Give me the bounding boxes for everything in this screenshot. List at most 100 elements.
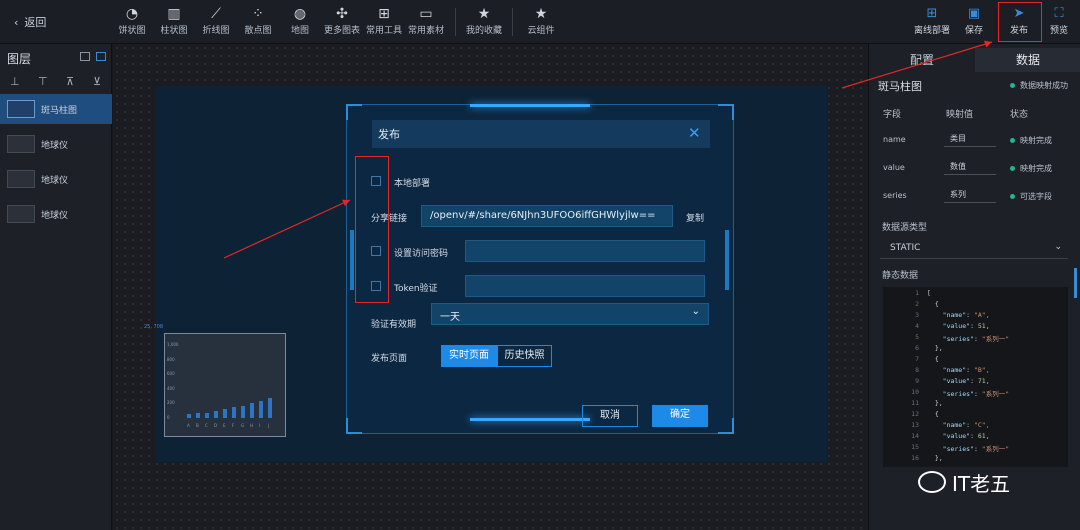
chart-bar	[187, 414, 191, 418]
code-line: "series": "系列一"	[942, 335, 1010, 343]
validity-select[interactable]: 一天 ⌄	[431, 303, 709, 325]
mapping-input[interactable]: 数值	[944, 161, 996, 175]
chart-tick-label: 200	[167, 400, 175, 405]
share-link-field[interactable]: /openv/#/share/6NJhn3UFOO6iffGHWlyjlw==	[421, 205, 673, 227]
mapping-input[interactable]: 系列	[944, 189, 996, 203]
chart-bar	[196, 412, 200, 418]
save-icon: ▣	[967, 6, 981, 21]
static-data-editor[interactable]: 1 [2 {3 "name": "A", 4 "value": 51, 5 "seri…	[883, 287, 1068, 467]
tab-config[interactable]: 配置	[869, 48, 975, 72]
layer-item[interactable]: 地球仪	[0, 129, 112, 159]
chart-bar	[205, 413, 209, 418]
chart-bar	[268, 398, 272, 418]
tool-favorites[interactable]: ★ 我的收藏	[464, 5, 504, 36]
globe-icon: ◍	[293, 6, 307, 22]
list-view-icon[interactable]	[80, 52, 90, 61]
confirm-button[interactable]: 确定	[652, 405, 708, 427]
source-type-select[interactable]: STATIC ⌄	[880, 239, 1068, 259]
layer-item[interactable]: 斑马柱图	[0, 94, 112, 124]
component-name: 斑马柱图	[878, 80, 922, 93]
code-line: "name": "B",	[942, 366, 990, 374]
mapping-input[interactable]: 类目	[944, 133, 996, 147]
chart-tick-label: 400	[167, 385, 175, 391]
code-line: "value": 71,	[942, 377, 990, 385]
line-number: 2	[915, 300, 919, 308]
tab-live-page[interactable]: 实时页面	[441, 345, 497, 367]
tab-data[interactable]: 数据	[975, 48, 1080, 72]
code-line: "value": 51,	[942, 322, 990, 330]
source-type-label: 数据源类型	[882, 223, 928, 233]
tool-pie-chart[interactable]: ◔ 饼状图	[112, 5, 152, 36]
local-deploy-label: 本地部署	[394, 179, 431, 189]
code-line: {	[927, 410, 939, 418]
cancel-button[interactable]: 取消	[582, 405, 638, 427]
star-icon: ★	[534, 6, 548, 22]
field-status: 可选字段	[1010, 191, 1052, 202]
dialog-corner-decor	[718, 104, 734, 120]
chart-tick-label: 600	[167, 371, 175, 376]
layer-item[interactable]: 地球仪	[0, 164, 112, 194]
grid-icon: ⊞	[926, 6, 938, 21]
tab-history-snapshot[interactable]: 历史快照	[497, 345, 552, 367]
chart-category-label: G	[241, 423, 245, 428]
tool-scatter-chart[interactable]: ⁘ 散点图	[238, 5, 278, 36]
save-button[interactable]: ▣ 保存	[953, 5, 995, 36]
tool-more-charts[interactable]: ✣ 更多图表	[322, 5, 362, 36]
offline-deploy-button[interactable]: ⊞ 离线部署	[911, 5, 953, 36]
layer-thumbnail	[7, 205, 35, 223]
field-name: series	[883, 191, 907, 200]
chart-bar	[259, 401, 263, 418]
chevron-left-icon: ‹	[14, 15, 19, 29]
token-input[interactable]	[465, 275, 705, 297]
tool-bar-chart[interactable]: ▥ 柱状图	[154, 5, 194, 36]
chart-tick-label: 0	[167, 414, 170, 420]
line-number: 7	[915, 355, 919, 363]
line-number: 13	[911, 421, 919, 429]
chart-category-label: J	[268, 423, 270, 428]
line-number: 8	[915, 366, 919, 374]
tool-cloud-components[interactable]: ★ 云组件	[521, 5, 561, 36]
access-password-label: 设置访问密码	[394, 249, 449, 259]
token-verify-label: Token验证	[394, 284, 438, 294]
validity-label: 验证有效期	[371, 320, 417, 330]
chart-coordinates: 25, 708	[144, 324, 164, 330]
status-dot	[1010, 138, 1015, 143]
chart-category-label: D	[214, 423, 218, 428]
align-middle-icon[interactable]: ⊤	[38, 75, 48, 88]
folder-icon: ▭	[419, 6, 433, 22]
line-number: 15	[911, 443, 919, 451]
align-bottom-icon[interactable]: ⊻	[93, 75, 101, 88]
dialog-corner-decor	[346, 104, 362, 120]
zebra-bar-chart-component[interactable]: 1,000 800 600 400 200 0 A B C D E F G H I J	[164, 333, 286, 437]
code-line: "series": "系列一"	[942, 390, 1010, 398]
chart-category-label: F	[232, 423, 235, 428]
align-top-icon[interactable]: ⊥	[10, 75, 20, 88]
mapping-status: 数据映射成功	[1010, 80, 1068, 91]
tool-map[interactable]: ◍ 地图	[280, 5, 320, 36]
thumbnail-view-icon[interactable]	[96, 52, 106, 61]
publish-highlight-box	[998, 2, 1042, 42]
checkbox-highlight-box	[355, 156, 389, 303]
tool-common-assets[interactable]: ▭ 常用素材	[406, 5, 446, 36]
back-button[interactable]: ‹ 返回	[14, 14, 46, 30]
publish-dialog	[346, 104, 734, 434]
panel-scrollbar[interactable]	[1074, 268, 1077, 298]
chevron-down-icon: ⌄	[691, 306, 700, 317]
field-name: name	[883, 135, 906, 144]
layer-item[interactable]: 地球仪	[0, 199, 112, 229]
close-icon[interactable]: ✕	[688, 124, 701, 142]
tool-line-chart[interactable]: ⟋ 折线图	[196, 5, 236, 36]
chart-category-label: H	[250, 423, 254, 428]
publish-page-label: 发布页面	[371, 354, 408, 364]
layer-thumbnail	[7, 135, 35, 153]
copy-link-button[interactable]: 复制	[686, 211, 704, 224]
code-line: "name": "A",	[942, 311, 990, 319]
tool-common-tools[interactable]: ⊞ 常用工具	[364, 5, 404, 36]
access-password-input[interactable]	[465, 240, 705, 262]
wechat-icon	[918, 471, 946, 493]
preview-button[interactable]: ⛶ 预览	[1038, 5, 1080, 36]
scatter-chart-icon: ⁘	[252, 6, 264, 22]
layer-thumbnail	[7, 100, 35, 118]
code-line: [	[927, 289, 931, 297]
align-up-icon[interactable]: ⊼	[66, 75, 74, 88]
